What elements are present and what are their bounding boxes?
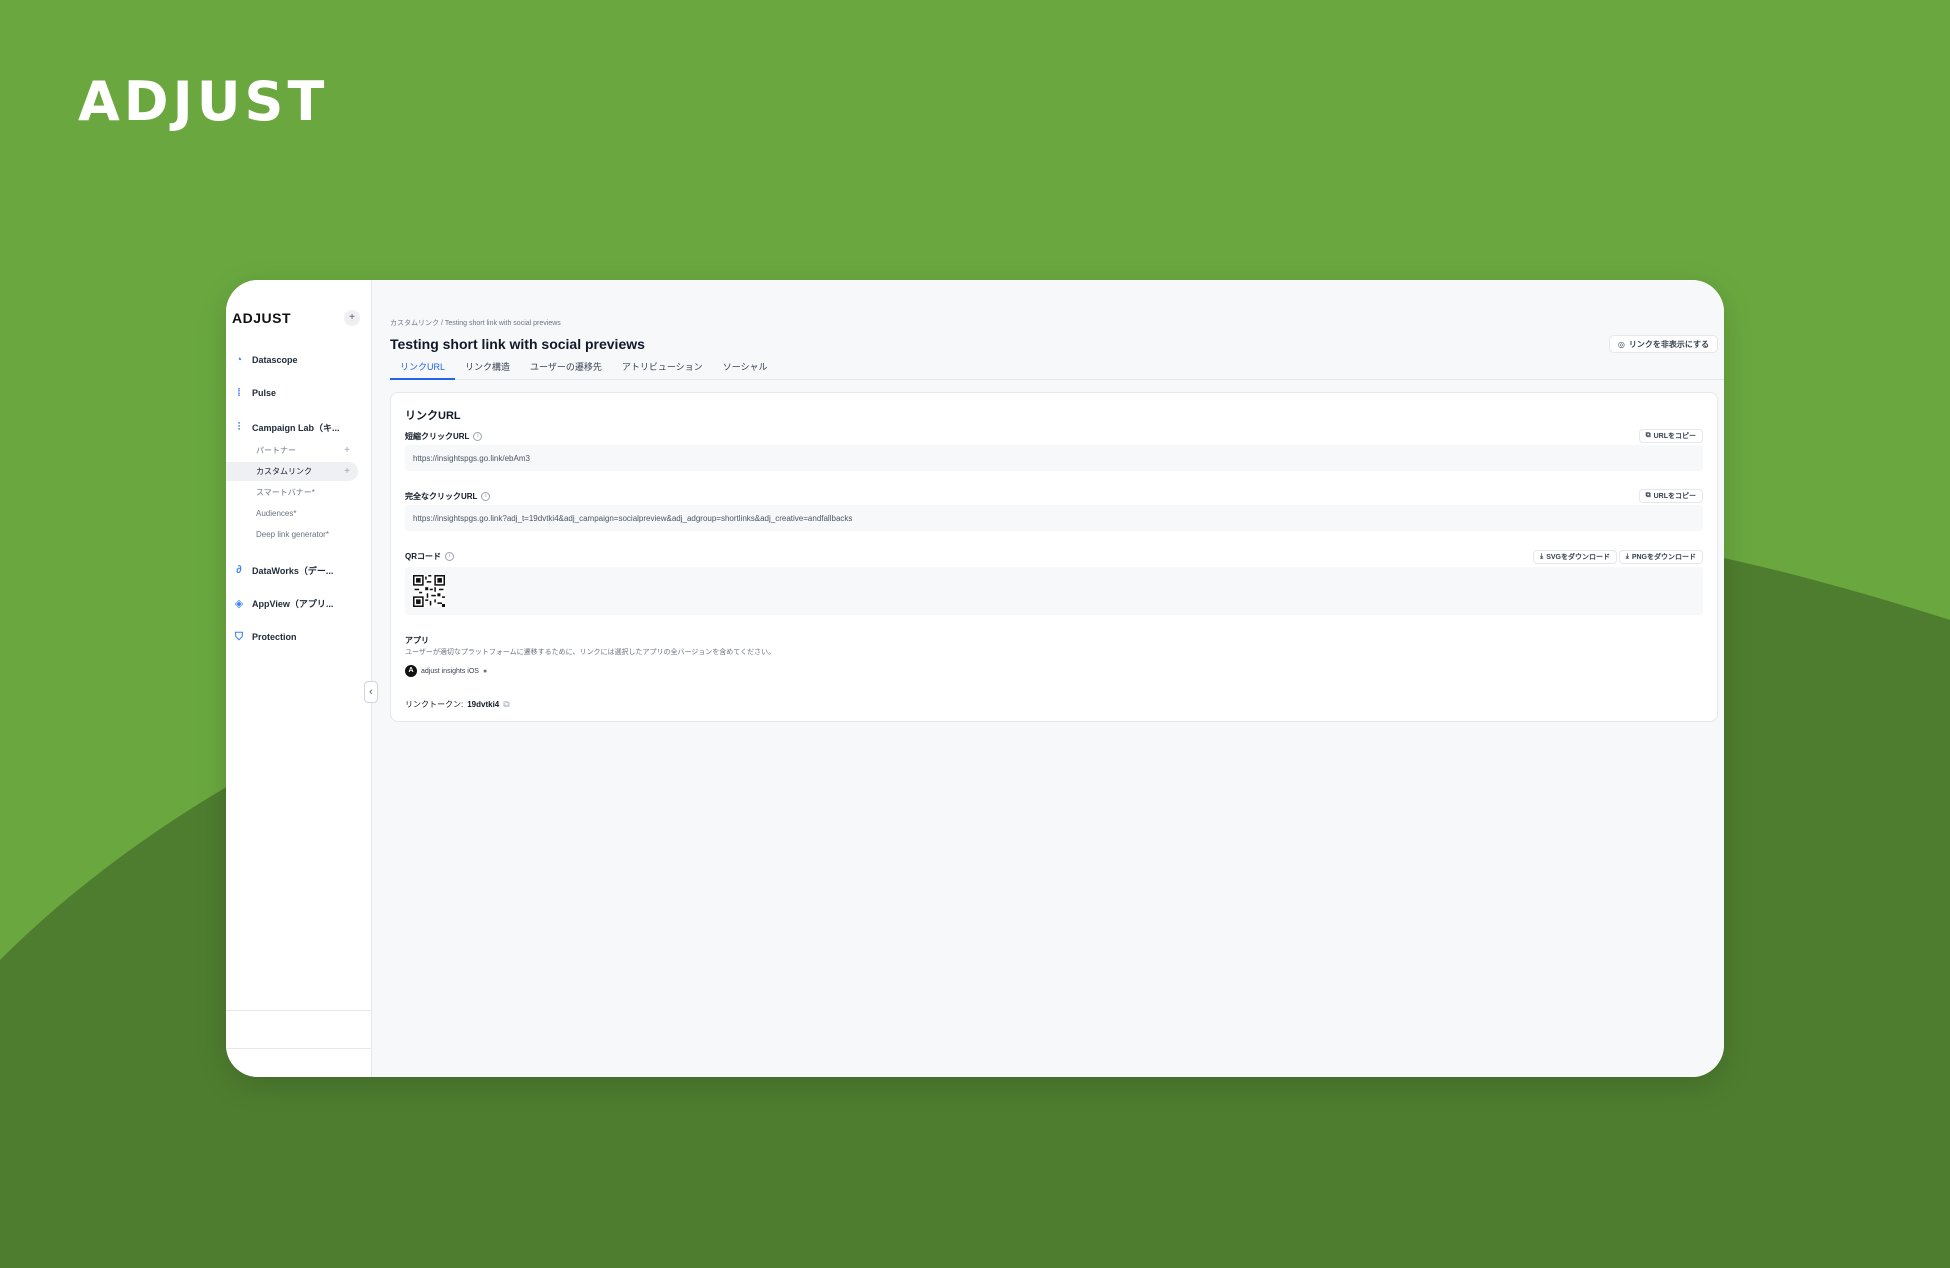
short-url-field[interactable]: https://insightspgs.go.link/ebAm3 xyxy=(405,445,1703,471)
sidebar-item-datascope[interactable]: ◔ Datascope xyxy=(232,353,298,367)
app-window: ADJUST + ◔ Datascope ⁞ Pulse ⫶ Campaign … xyxy=(226,280,1724,1077)
qr-label-text: QRコード xyxy=(405,552,441,561)
divider xyxy=(226,1048,372,1049)
adjust-app-icon: A xyxy=(405,665,417,677)
copy-label: URLをコピー xyxy=(1653,433,1696,440)
qr-code-label: QRコード i xyxy=(405,551,454,562)
sidebar-item-label: Protection xyxy=(252,632,297,642)
app-item: A adjust insights iOS ● xyxy=(405,665,487,677)
token-label: リンクトークン: xyxy=(405,700,464,709)
sidebar-item-label: Datascope xyxy=(252,355,298,365)
png-download-label: PNGをダウンロード xyxy=(1631,554,1696,561)
sidebar-item-label: AppView（アプリ... xyxy=(252,598,334,609)
sub-item-deep-link-generator[interactable]: Deep link generator* xyxy=(226,525,358,544)
info-icon[interactable]: i xyxy=(481,492,491,501)
eye-icon: ◎ xyxy=(1617,339,1625,349)
sidebar-item-protection[interactable]: ⛉ Protection xyxy=(232,630,297,644)
tab-link-url[interactable]: リンクURL xyxy=(390,360,456,380)
breadcrumb[interactable]: カスタムリンク / Testing short link with social… xyxy=(390,318,561,328)
brand-logo: ADJUST xyxy=(78,70,329,133)
apple-icon: ● xyxy=(482,667,488,675)
protection-icon: ⛉ xyxy=(234,630,244,643)
collapse-sidebar-button[interactable]: ‹ xyxy=(364,681,378,703)
sub-item-audiences[interactable]: Audiences* xyxy=(226,504,358,523)
svg-download-button[interactable]: ⤓ SVGをダウンロード xyxy=(1533,550,1617,564)
tab-bar: リンクURL リンク構造 ユーザーの遷移先 アトリビューション ソーシャル xyxy=(390,360,1724,380)
add-icon[interactable]: + xyxy=(344,466,350,477)
hide-link-button[interactable]: ◎ リンクを非表示にする xyxy=(1608,335,1718,353)
full-url-field[interactable]: https://insightspgs.go.link?adj_t=19dvtk… xyxy=(405,505,1703,531)
page-title: Testing short link with social previews xyxy=(390,336,645,352)
copy-icon: ⧉ xyxy=(1645,432,1651,439)
sidebar-item-campaign-lab[interactable]: ⫶ Campaign Lab（キ... xyxy=(232,420,340,434)
copy-icon[interactable]: ⧉ xyxy=(503,699,509,710)
full-url-label-text: 完全なクリックURL xyxy=(405,492,478,501)
qr-code-image xyxy=(413,575,445,607)
main-content: カスタムリンク / Testing short link with social… xyxy=(372,280,1724,1077)
sidebar: ADJUST + ◔ Datascope ⁞ Pulse ⫶ Campaign … xyxy=(226,280,372,1077)
tab-social[interactable]: ソーシャル xyxy=(713,360,778,380)
copy-short-url-button[interactable]: ⧉ URLをコピー xyxy=(1638,429,1703,443)
qr-code-area xyxy=(405,567,1703,615)
add-icon[interactable]: + xyxy=(344,445,350,456)
sidebar-item-pulse[interactable]: ⁞ Pulse xyxy=(232,386,276,400)
sidebar-item-label: Pulse xyxy=(252,388,277,398)
link-token: リンクトークン: 19dvtki4 ⧉ xyxy=(405,699,510,710)
sidebar-item-label: Campaign Lab（キ... xyxy=(252,422,340,433)
short-url-label-text: 短縮クリックURL xyxy=(405,432,470,441)
sub-item-label: Audiences* xyxy=(256,509,297,518)
tab-user-destination[interactable]: ユーザーの遷移先 xyxy=(520,360,612,380)
link-url-card: リンクURL 短縮クリックURL i ⧉ URLをコピー https://ins… xyxy=(390,392,1718,722)
copy-icon: ⧉ xyxy=(1645,492,1651,499)
info-icon[interactable]: i xyxy=(473,432,483,441)
hide-link-label: リンクを非表示にする xyxy=(1628,339,1709,349)
info-icon[interactable]: i xyxy=(445,552,454,561)
sub-item-partner[interactable]: パートナー + xyxy=(226,441,358,460)
sidebar-item-appview[interactable]: ◈ AppView（アプリ... xyxy=(232,596,334,610)
tab-attribution[interactable]: アトリビューション xyxy=(612,360,713,380)
app-section-description: ユーザーが適切なプラットフォームに遷移するために、リンクには選択したアプリの全バ… xyxy=(405,649,776,656)
sub-item-custom-link[interactable]: カスタムリンク + xyxy=(226,462,358,481)
sub-item-label: カスタムリンク xyxy=(256,467,312,476)
sidebar-item-dataworks[interactable]: ∂ DataWorks（デー... xyxy=(232,563,333,577)
divider xyxy=(226,1010,372,1011)
full-url-label: 完全なクリックURL i xyxy=(405,491,491,502)
sidebar-item-label: DataWorks（デー... xyxy=(252,565,334,576)
tab-link-structure[interactable]: リンク構造 xyxy=(455,360,520,380)
card-title: リンクURL xyxy=(405,410,461,422)
copy-label: URLをコピー xyxy=(1653,493,1696,500)
png-download-button[interactable]: ⤓ PNGをダウンロード xyxy=(1618,550,1703,564)
download-icon: ⤓ xyxy=(1540,553,1544,560)
download-icon: ⤓ xyxy=(1625,553,1629,560)
copy-full-url-button[interactable]: ⧉ URLをコピー xyxy=(1638,489,1703,503)
campaign-lab-icon: ⫶ xyxy=(237,420,241,433)
dataworks-icon: ∂ xyxy=(236,564,242,576)
add-icon[interactable]: + xyxy=(344,310,360,326)
svg-download-label: SVGをダウンロード xyxy=(1546,554,1610,561)
pulse-icon: ⁞ xyxy=(237,387,241,399)
sub-item-label: パートナー xyxy=(256,446,296,455)
short-url-label: 短縮クリックURL i xyxy=(405,431,483,442)
app-section-title: アプリ xyxy=(405,636,429,645)
appview-icon: ◈ xyxy=(234,597,244,610)
sidebar-logo: ADJUST xyxy=(232,310,292,326)
sub-item-smart-banner[interactable]: スマートバナー* xyxy=(226,483,358,502)
token-value: 19dvtki4 xyxy=(467,700,500,709)
datascope-icon: ◔ xyxy=(235,354,243,366)
sub-item-label: Deep link generator* xyxy=(256,530,329,539)
app-name: adjust insights iOS xyxy=(421,667,479,675)
sub-item-label: スマートバナー* xyxy=(256,488,315,497)
